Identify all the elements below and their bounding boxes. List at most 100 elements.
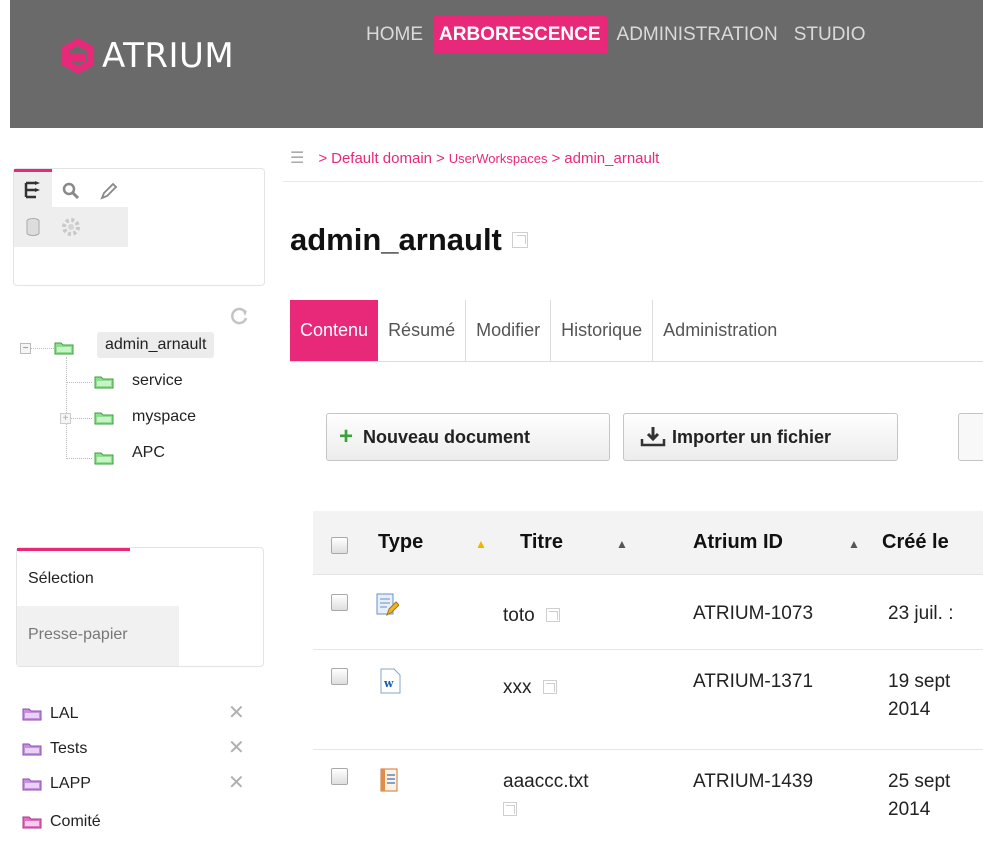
breadcrumb-admin-arnault[interactable]: admin_arnault xyxy=(564,150,659,167)
tab-historique[interactable]: Historique xyxy=(551,300,654,361)
nav-arborescence[interactable]: ARBORESCENCE xyxy=(433,16,607,54)
nav-administration[interactable]: ADMINISTRATION xyxy=(611,16,784,54)
sort-asc-active-icon[interactable]: ▲ xyxy=(475,537,487,551)
remove-icon[interactable]: ✕ xyxy=(228,700,245,725)
import-file-label: Importer un fichier xyxy=(672,426,832,447)
more-actions-button[interactable] xyxy=(958,413,983,461)
selection-item[interactable]: Tests xyxy=(22,740,87,758)
selection-panel: Sélection Presse-papier xyxy=(16,547,264,667)
folder-icon xyxy=(22,816,42,829)
tree-item-admin-arnault[interactable]: admin_arnault xyxy=(97,332,215,358)
divider xyxy=(283,181,983,182)
nav-studio[interactable]: STUDIO xyxy=(788,16,872,54)
sort-asc-icon[interactable]: ▲ xyxy=(616,537,628,551)
refresh-icon[interactable] xyxy=(228,305,250,327)
settings-tool-button[interactable] xyxy=(52,207,128,247)
expand-toggle[interactable]: + xyxy=(60,413,71,424)
breadcrumb-userworkspaces[interactable]: UserWorkspaces xyxy=(449,151,548,166)
row-title-text: aaaccc.txt xyxy=(503,771,589,792)
column-atrium-id[interactable]: Atrium ID xyxy=(693,531,783,554)
sort-asc-icon[interactable]: ▲ xyxy=(848,537,860,551)
row-created: 23 juil. : xyxy=(888,603,954,624)
search-tool-button[interactable] xyxy=(52,172,90,210)
selection-item-label: Tests xyxy=(50,740,88,757)
remove-icon[interactable]: ✕ xyxy=(228,770,245,795)
pencil-icon xyxy=(100,182,118,200)
settings-gear-icon xyxy=(62,218,80,236)
folder-tree: − admin_arnault service + myspace APC xyxy=(20,305,270,475)
breadcrumb-separator: > xyxy=(318,149,328,167)
tree-icon xyxy=(24,180,40,198)
folder-icon xyxy=(22,778,42,791)
tab-administration[interactable]: Administration xyxy=(653,300,787,361)
external-link-icon[interactable] xyxy=(511,232,528,248)
new-document-label: Nouveau document xyxy=(363,426,531,447)
hamburger-menu-icon[interactable]: ☰ xyxy=(290,148,304,168)
folder-icon xyxy=(94,376,114,389)
row-checkbox[interactable] xyxy=(331,768,348,785)
database-icon xyxy=(26,218,40,236)
text-file-icon xyxy=(380,768,398,792)
external-link-icon[interactable] xyxy=(542,680,557,694)
row-checkbox[interactable] xyxy=(331,594,348,611)
folder-icon xyxy=(94,412,114,425)
table-row[interactable]: w xxx ATRIUM-1371 19 sept 2014 xyxy=(313,650,983,750)
breadcrumb-separator: > xyxy=(436,149,445,167)
column-created[interactable]: Créé le xyxy=(882,531,949,554)
word-document-icon: w xyxy=(380,668,401,694)
folder-icon xyxy=(22,743,42,756)
row-created-year: 2014 xyxy=(888,799,931,820)
selection-item-label: LAL xyxy=(50,705,79,722)
svg-text:w: w xyxy=(383,677,394,690)
table-row[interactable]: toto ATRIUM-1073 23 juil. : xyxy=(313,576,983,650)
tab-contenu[interactable]: Contenu xyxy=(290,300,379,361)
tab-selection[interactable]: Sélection xyxy=(17,548,130,606)
remove-icon[interactable]: ✕ xyxy=(228,735,245,760)
selection-item[interactable]: Comité xyxy=(22,813,101,831)
column-type[interactable]: Type xyxy=(378,531,423,554)
row-title[interactable]: aaaccc.txt xyxy=(503,768,589,825)
row-title-text: xxx xyxy=(503,677,532,698)
new-document-button[interactable]: + Nouveau document xyxy=(326,413,610,461)
row-checkbox[interactable] xyxy=(331,668,348,685)
tree-item-myspace[interactable]: myspace xyxy=(132,408,196,426)
folder-icon xyxy=(54,342,74,355)
page-title-text: admin_arnault xyxy=(290,222,502,257)
row-created: 19 sept 2014 xyxy=(888,668,950,724)
select-all-checkbox[interactable] xyxy=(331,537,348,554)
tab-modifier[interactable]: Modifier xyxy=(466,300,552,361)
tab-clipboard[interactable]: Presse-papier xyxy=(17,606,179,666)
row-atrium-id: ATRIUM-1371 xyxy=(693,671,814,692)
selection-item[interactable]: LAPP xyxy=(22,775,91,793)
nav-home[interactable]: HOME xyxy=(360,16,429,54)
row-atrium-id: ATRIUM-1073 xyxy=(693,603,814,624)
selection-item[interactable]: LAL xyxy=(22,705,78,723)
page-title: admin_arnault xyxy=(290,222,528,258)
folder-icon xyxy=(22,708,42,721)
breadcrumb-default-domain[interactable]: Default domain xyxy=(331,150,432,167)
atrium-logo[interactable]: ATRIUM xyxy=(60,36,234,76)
content-tabs: Contenu Résumé Modifier Historique Admin… xyxy=(290,300,983,362)
row-created-year: 2014 xyxy=(888,699,931,720)
database-tool-button[interactable] xyxy=(14,207,52,247)
external-link-icon[interactable] xyxy=(545,608,560,622)
note-edit-icon xyxy=(376,593,399,617)
search-icon xyxy=(62,182,80,200)
import-file-button[interactable]: Importer un fichier xyxy=(623,413,898,461)
row-created-date: 19 sept xyxy=(888,671,951,692)
logo-text: ATRIUM xyxy=(102,36,235,76)
row-title-text: toto xyxy=(503,605,535,626)
tree-item-apc[interactable]: APC xyxy=(132,444,165,462)
folder-icon xyxy=(94,452,114,465)
row-title[interactable]: xxx xyxy=(503,674,557,702)
collapse-toggle[interactable]: − xyxy=(20,343,31,354)
tab-resume[interactable]: Résumé xyxy=(378,300,467,361)
row-title[interactable]: toto xyxy=(503,602,560,630)
breadcrumb: ☰ > Default domain > UserWorkspaces > ad… xyxy=(290,148,659,168)
tree-tool-button[interactable] xyxy=(14,169,52,207)
edit-tool-button[interactable] xyxy=(90,172,128,210)
external-link-icon[interactable] xyxy=(503,802,517,816)
tree-item-service[interactable]: service xyxy=(132,372,183,390)
column-titre[interactable]: Titre xyxy=(520,531,563,554)
table-row[interactable]: aaaccc.txt ATRIUM-1439 25 sept 2014 xyxy=(313,750,983,849)
